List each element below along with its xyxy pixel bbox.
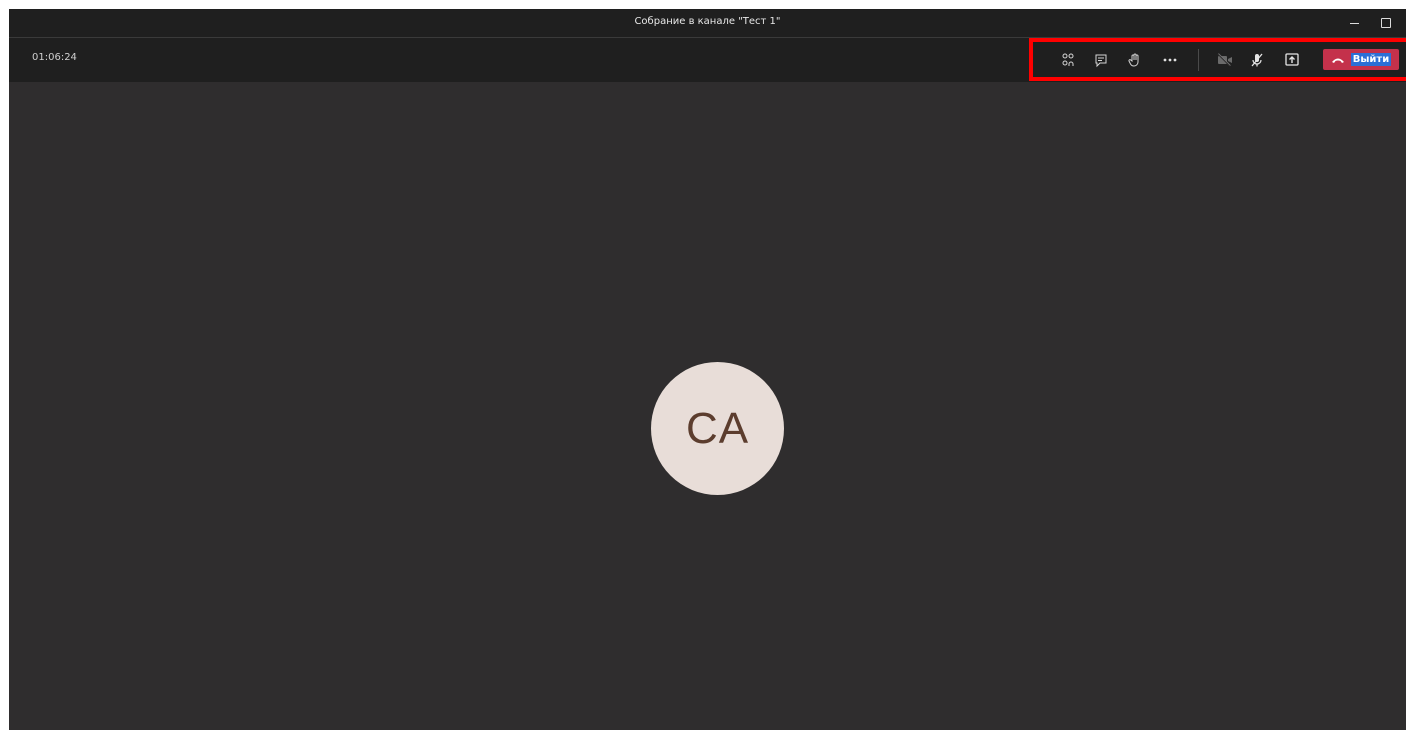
camera-off-icon [1217,53,1232,67]
title-bar: Собрание в канале "Тест 1" [9,9,1406,38]
leave-button-label: Выйти [1350,53,1392,66]
more-icon [1163,58,1177,62]
more-actions-button[interactable] [1158,49,1182,71]
call-toolbar: 01:06:24 [9,38,1406,82]
avatar-initials: CA [685,403,750,453]
toolbar-divider [1198,49,1199,71]
people-icon [1062,53,1074,66]
share-tray-icon [1285,53,1299,66]
minimize-button[interactable] [1339,9,1369,37]
leave-button[interactable]: Выйти [1323,49,1399,70]
microphone-button[interactable] [1245,49,1269,71]
meeting-window: Собрание в канале "Тест 1" 01:06:24 Выйт… [9,9,1406,730]
mic-off-icon [1251,53,1263,67]
hand-icon [1128,53,1139,67]
call-timer: 01:06:24 [32,52,77,63]
camera-button[interactable] [1213,49,1237,71]
participants-button[interactable] [1056,49,1080,71]
participant-avatar: CA [651,362,784,495]
restore-icon [1381,18,1391,28]
restore-button[interactable] [1371,9,1401,37]
hang-up-icon [1331,58,1344,63]
share-screen-button[interactable] [1280,49,1304,71]
raise-hand-button[interactable] [1123,49,1147,71]
window-title: Собрание в канале "Тест 1" [634,16,781,27]
minimize-icon [1349,22,1359,24]
chat-icon [1095,54,1107,68]
chat-button[interactable] [1089,49,1113,71]
